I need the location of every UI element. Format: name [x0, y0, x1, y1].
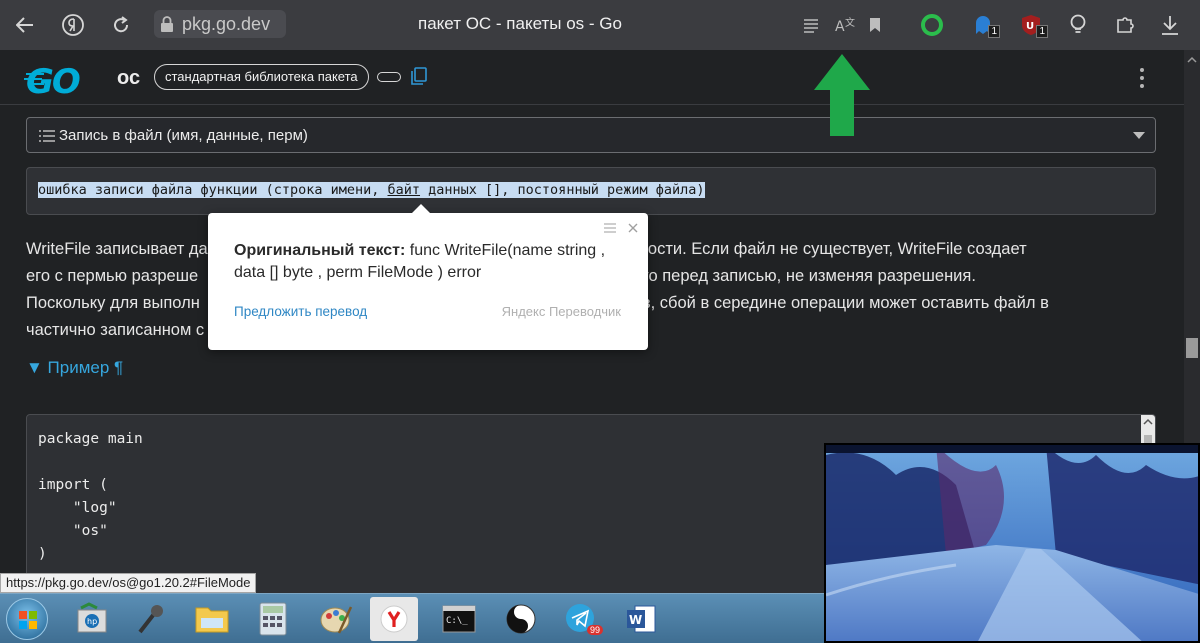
arrow-up-icon — [814, 54, 870, 136]
green-ring-extension-icon[interactable] — [917, 10, 947, 40]
calculator-icon[interactable] — [248, 597, 298, 641]
more-options-icon[interactable] — [1137, 67, 1147, 89]
page-title: пакет ОС - пакеты os - Go — [418, 14, 622, 33]
lock-icon — [161, 16, 173, 32]
svg-text:A: A — [835, 19, 845, 34]
module-badge — [377, 72, 401, 82]
back-icon[interactable] — [10, 10, 40, 40]
stdlib-badge: стандартная библиотека пакета — [154, 64, 369, 90]
extension-badge: 1 — [988, 25, 1000, 38]
popup-pointer — [412, 204, 430, 213]
function-signature: ошибка записи файла функции (строка имен… — [38, 182, 705, 198]
picture-in-picture-video[interactable] — [824, 443, 1200, 643]
package-name: ос — [117, 67, 141, 89]
folder-icon[interactable] — [187, 597, 237, 641]
word-icon[interactable]: W — [616, 597, 666, 641]
site-header: GO ос стандартная библиотека пакета — [0, 50, 1184, 105]
address-text: pkg.go.dev — [182, 14, 271, 34]
yin-yang-app-icon[interactable] — [496, 597, 546, 641]
telegram-icon[interactable]: 99 — [556, 597, 606, 641]
example-code: package main import ( "log" "os" ) — [38, 431, 143, 562]
close-icon[interactable] — [628, 223, 638, 233]
hp-app-icon[interactable]: hp — [67, 597, 117, 641]
yandex-translator-brand: Яндекс Переводчик — [501, 304, 621, 319]
svg-text:C:\_: C:\_ — [446, 616, 468, 626]
telegram-unread-badge: 99 — [587, 625, 604, 635]
browser-toolbar: pkg.go.dev пакет ОС - пакеты os - Go A文 … — [0, 0, 1200, 50]
status-bar-url: https://pkg.go.dev/os@go1.20.2#FileMode — [0, 573, 257, 593]
reload-icon[interactable] — [106, 10, 136, 40]
lightbulb-icon[interactable] — [1063, 10, 1093, 40]
svg-text:hp: hp — [87, 617, 97, 626]
start-button[interactable] — [6, 598, 48, 640]
bookmark-icon[interactable] — [860, 10, 890, 40]
svg-text:文: 文 — [845, 16, 855, 29]
yandex-logo-icon[interactable] — [58, 10, 88, 40]
svg-text:W: W — [629, 613, 642, 627]
yandex-browser-taskbar-icon[interactable] — [370, 597, 418, 641]
ublock-extension-icon[interactable]: U 1 — [1016, 10, 1048, 40]
puzzle-extensions-icon[interactable] — [1110, 10, 1140, 40]
jump-to-select[interactable]: Запись в файл (имя, данные, перм) — [26, 117, 1156, 153]
copy-icon[interactable] — [411, 67, 427, 85]
ghostery-extension-icon[interactable]: 1 — [968, 10, 1000, 40]
menu-icon[interactable] — [604, 223, 616, 233]
jump-to-selected: Запись в файл (имя, данные, перм) — [59, 127, 308, 144]
reader-mode-icon[interactable] — [796, 10, 826, 40]
paint-icon[interactable] — [311, 597, 361, 641]
chevron-down-icon — [1133, 132, 1145, 139]
original-text: Оригинальный текст: func WriteFile(name … — [234, 242, 606, 281]
extension-badge: 1 — [1036, 25, 1048, 38]
download-icon[interactable] — [1155, 10, 1185, 40]
terminal-icon[interactable]: C:\_ — [434, 597, 484, 641]
svg-text:U: U — [1026, 21, 1034, 32]
translate-icon[interactable]: A文 — [830, 10, 860, 40]
microphone-app-icon[interactable] — [126, 597, 176, 641]
list-icon — [39, 130, 55, 142]
example-toggle[interactable]: ▼ Пример ¶ — [26, 358, 123, 378]
suggest-translation-link[interactable]: Предложить перевод — [234, 304, 367, 319]
page-scrollbar-thumb[interactable] — [1186, 338, 1198, 358]
translation-popup: Оригинальный текст: func WriteFile(name … — [208, 204, 648, 350]
function-signature-block: ошибка записи файла функции (строка имен… — [26, 167, 1156, 215]
go-logo[interactable]: GO — [26, 62, 81, 102]
address-bar[interactable]: pkg.go.dev — [154, 10, 286, 38]
